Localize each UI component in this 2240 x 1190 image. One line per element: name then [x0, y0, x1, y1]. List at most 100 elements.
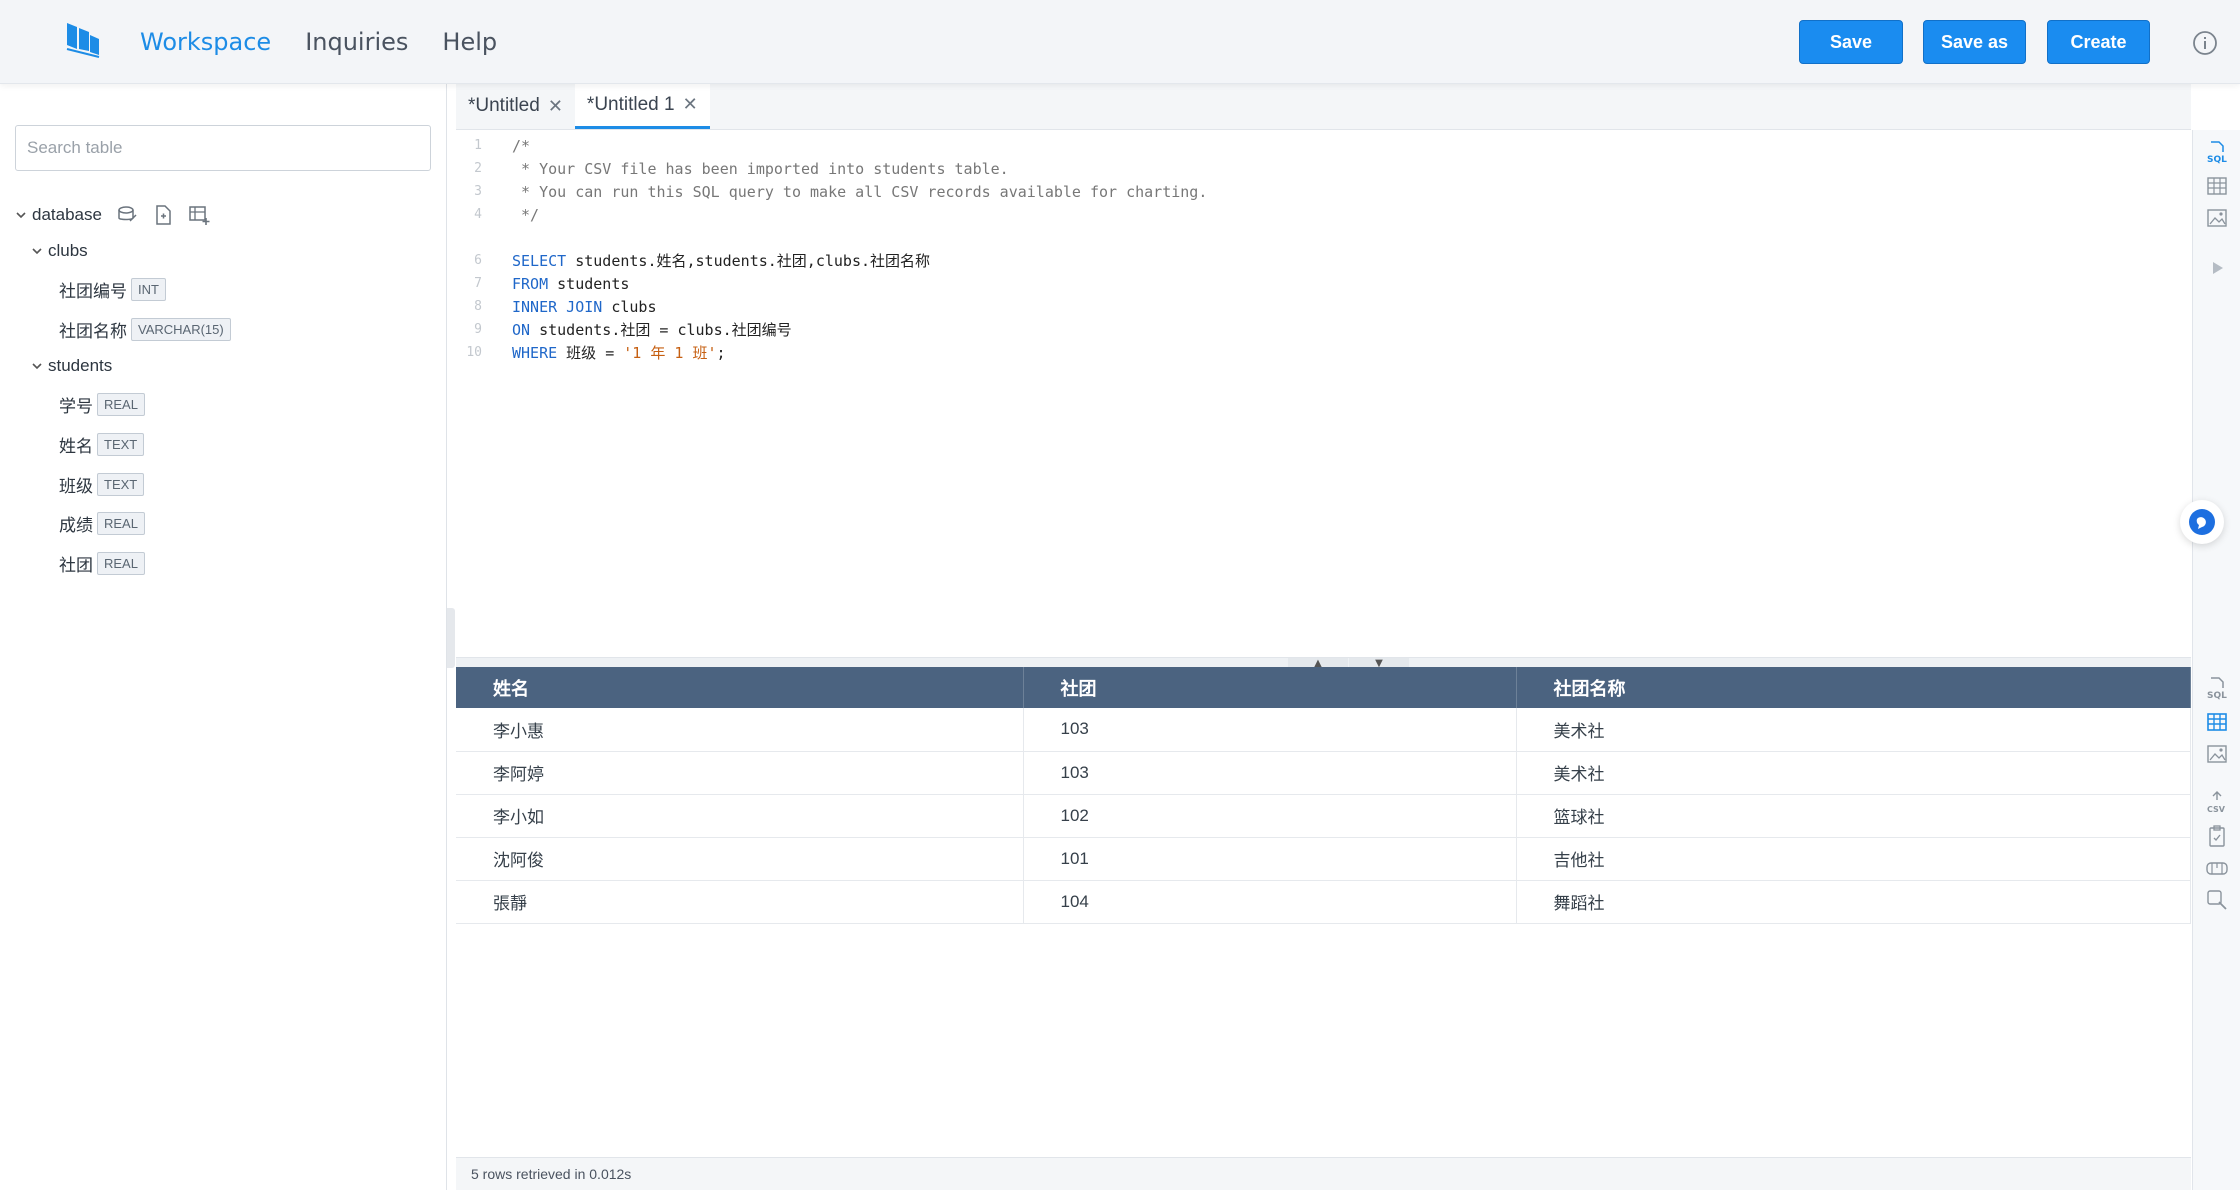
column-type-badge: REAL	[97, 392, 145, 416]
tree-table-students[interactable]: students	[30, 351, 112, 381]
sql-icon[interactable]: SQL	[2205, 676, 2229, 700]
column-name: 班级	[59, 476, 93, 496]
pane-splitter[interactable]: ▲ ▼	[456, 657, 2191, 669]
code-line: 3 * You can run this SQL query to make a…	[474, 182, 1208, 201]
column-type-badge: REAL	[97, 551, 145, 575]
column-item[interactable]: 社团编号 INT	[59, 274, 166, 304]
status-bar: 5 rows retrieved in 0.012s	[456, 1157, 2191, 1190]
table-name: clubs	[48, 241, 88, 260]
app-header: Workspace Inquiries Help Save Save as Cr…	[0, 0, 2240, 84]
file-import-icon[interactable]	[152, 204, 174, 226]
close-icon[interactable]: ✕	[548, 96, 563, 117]
table-cell: 李小惠	[456, 708, 1024, 752]
tab-untitled[interactable]: *Untitled ✕	[456, 83, 575, 129]
column-type-badge: INT	[131, 277, 166, 301]
column-item[interactable]: 社团 REAL	[59, 548, 145, 578]
app-logo-icon[interactable]	[63, 19, 103, 59]
editor-tabs: *Untitled ✕ *Untitled 1 ✕	[456, 83, 2191, 130]
chevron-down-icon	[32, 363, 42, 370]
sql-icon[interactable]: SQL	[2205, 140, 2229, 164]
vr-icon[interactable]	[2205, 856, 2229, 880]
code-line: 2 * Your CSV file has been imported into…	[474, 159, 1009, 178]
csv-export-icon[interactable]: CSV	[2205, 790, 2229, 814]
table-row[interactable]: 沈阿俊 101 吉他社	[456, 837, 2191, 881]
table-row[interactable]: 李阿婷 103 美术社	[456, 751, 2191, 795]
column-item[interactable]: 成绩 REAL	[59, 508, 145, 538]
table-row[interactable]: 李小如 102 篮球社	[456, 794, 2191, 838]
tab-label: *Untitled 1	[586, 93, 675, 115]
column-type-badge: TEXT	[97, 432, 145, 456]
table-cell: 美术社	[1516, 708, 2191, 752]
info-icon[interactable]	[2192, 30, 2218, 56]
column-name: 社团	[59, 555, 93, 575]
column-header[interactable]: 社团	[1023, 667, 1517, 708]
schema-sidebar: Search table database clubs 社团编号 INT 社团名…	[0, 84, 447, 1190]
status-text: 5 rows retrieved in 0.012s	[471, 1166, 632, 1182]
table-icon[interactable]	[2205, 710, 2229, 734]
column-item[interactable]: 班级 TEXT	[59, 469, 145, 499]
save-button[interactable]: Save	[1799, 20, 1903, 64]
save-as-button[interactable]: Save as	[1923, 20, 2026, 64]
table-cell: 李阿婷	[456, 751, 1024, 795]
nav-help[interactable]: Help	[442, 28, 497, 56]
column-header[interactable]: 社团名称	[1516, 667, 2191, 708]
image-icon[interactable]	[2205, 742, 2229, 766]
column-type-badge: REAL	[97, 511, 145, 535]
sidebar-collapse-handle[interactable]	[447, 608, 455, 668]
column-item[interactable]: 姓名 TEXT	[59, 429, 145, 459]
play-icon[interactable]	[2205, 256, 2229, 280]
table-icon[interactable]	[2205, 174, 2229, 198]
column-name: 社团名称	[59, 321, 127, 341]
table-cell: 張靜	[456, 880, 1024, 924]
column-name: 成绩	[59, 515, 93, 535]
nav-workspace[interactable]: Workspace	[140, 28, 271, 56]
table-row[interactable]: 李小惠 103 美术社	[456, 708, 2191, 752]
sql-editor[interactable]: 1/* 2 * Your CSV file has been imported …	[456, 130, 2191, 657]
table-header-row: 姓名 社团 社团名称	[456, 667, 2191, 708]
column-item[interactable]: 社团名称 VARCHAR(15)	[59, 314, 231, 344]
tree-database[interactable]: database	[14, 200, 210, 230]
table-cell: 103	[1023, 708, 1517, 752]
search-table-input[interactable]: Search table	[15, 125, 431, 171]
search-icon[interactable]	[2205, 888, 2229, 912]
code-line: 7 FROM students	[474, 274, 630, 293]
chevron-down-icon	[32, 248, 42, 255]
table-add-icon[interactable]	[188, 204, 210, 226]
results-table: 姓名 社团 社团名称 李小惠 103 美术社 李阿婷 103 美术社 李小如 1…	[456, 667, 2191, 924]
table-cell: 沈阿俊	[456, 837, 1024, 881]
chevron-down-icon	[16, 212, 26, 219]
code-line: 6 SELECT students.姓名,students.社团,clubs.社团…	[474, 252, 931, 270]
tab-label: *Untitled	[468, 95, 540, 116]
image-icon[interactable]	[2205, 206, 2229, 230]
table-cell: 舞蹈社	[1516, 880, 2191, 924]
column-name: 社团编号	[59, 281, 127, 301]
chat-icon	[2189, 509, 2215, 535]
nav-inquiries[interactable]: Inquiries	[305, 28, 408, 56]
chat-assistant-button[interactable]	[2180, 500, 2224, 544]
database-label: database	[32, 205, 102, 224]
table-cell: 101	[1023, 837, 1517, 881]
code-line: 1/*	[474, 136, 531, 155]
clipboard-icon[interactable]	[2205, 824, 2229, 848]
code-line: 4 */	[474, 205, 540, 224]
column-name: 姓名	[59, 436, 93, 456]
table-row[interactable]: 張靜 104 舞蹈社	[456, 880, 2191, 924]
column-header[interactable]: 姓名	[456, 667, 1024, 708]
svg-text:SQL: SQL	[2207, 691, 2227, 700]
table-cell: 李小如	[456, 794, 1024, 838]
table-cell: 美术社	[1516, 751, 2191, 795]
create-button[interactable]: Create	[2047, 20, 2150, 64]
table-cell: 吉他社	[1516, 837, 2191, 881]
database-add-icon[interactable]	[116, 204, 138, 226]
table-name: students	[48, 356, 113, 375]
column-item[interactable]: 学号 REAL	[59, 389, 145, 419]
column-type-badge: TEXT	[97, 472, 145, 496]
code-line: 9 ON students.社团 = clubs.社团编号	[474, 321, 792, 339]
code-line: 10 WHERE 班级 = '1 年 1 班';	[466, 344, 726, 362]
tree-table-clubs[interactable]: clubs	[30, 236, 88, 266]
close-icon[interactable]: ✕	[683, 94, 698, 115]
tab-untitled-1[interactable]: *Untitled 1 ✕	[574, 83, 710, 129]
code-line: 8 INNER JOIN clubs	[474, 297, 657, 316]
table-cell: 103	[1023, 751, 1517, 795]
